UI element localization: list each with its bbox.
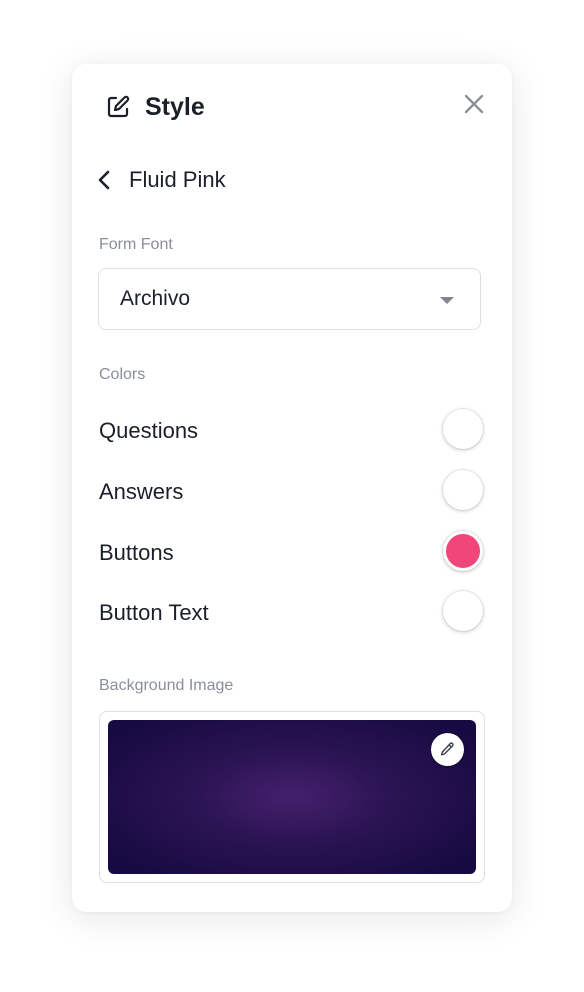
caret-down-icon bbox=[440, 297, 454, 304]
background-image-preview[interactable] bbox=[108, 720, 476, 874]
color-row-answers: Answers bbox=[99, 470, 483, 514]
theme-name: Fluid Pink bbox=[129, 167, 226, 192]
color-swatch-buttons[interactable] bbox=[443, 531, 483, 571]
form-font-value: Archivo bbox=[120, 287, 191, 310]
color-label: Questions bbox=[99, 418, 199, 443]
edit-background-button[interactable] bbox=[431, 733, 464, 766]
color-swatch-answers[interactable] bbox=[443, 470, 483, 510]
back-button[interactable]: Fluid Pink bbox=[96, 164, 226, 196]
color-swatch-questions[interactable] bbox=[443, 409, 483, 449]
close-icon[interactable] bbox=[461, 91, 487, 117]
color-label: Button Text bbox=[99, 600, 209, 625]
color-row-questions: Questions bbox=[99, 409, 483, 453]
background-image-label: Background Image bbox=[99, 677, 234, 694]
form-font-select[interactable]: Archivo bbox=[98, 268, 481, 330]
color-row-buttons: Buttons bbox=[99, 531, 483, 575]
color-swatch-button-text[interactable] bbox=[443, 591, 483, 631]
pencil-icon bbox=[440, 742, 454, 756]
form-font-label: Form Font bbox=[99, 236, 173, 253]
color-label: Answers bbox=[99, 479, 184, 504]
style-panel: Style Fluid Pink Form Font Archivo Color… bbox=[72, 64, 512, 912]
color-row-button-text: Button Text bbox=[99, 591, 483, 635]
panel-title: Style bbox=[145, 93, 205, 121]
edit-square-icon bbox=[107, 95, 130, 118]
chevron-left-icon bbox=[98, 170, 110, 190]
color-label: Buttons bbox=[99, 540, 174, 565]
background-image-frame bbox=[99, 711, 485, 883]
colors-label: Colors bbox=[99, 366, 146, 383]
